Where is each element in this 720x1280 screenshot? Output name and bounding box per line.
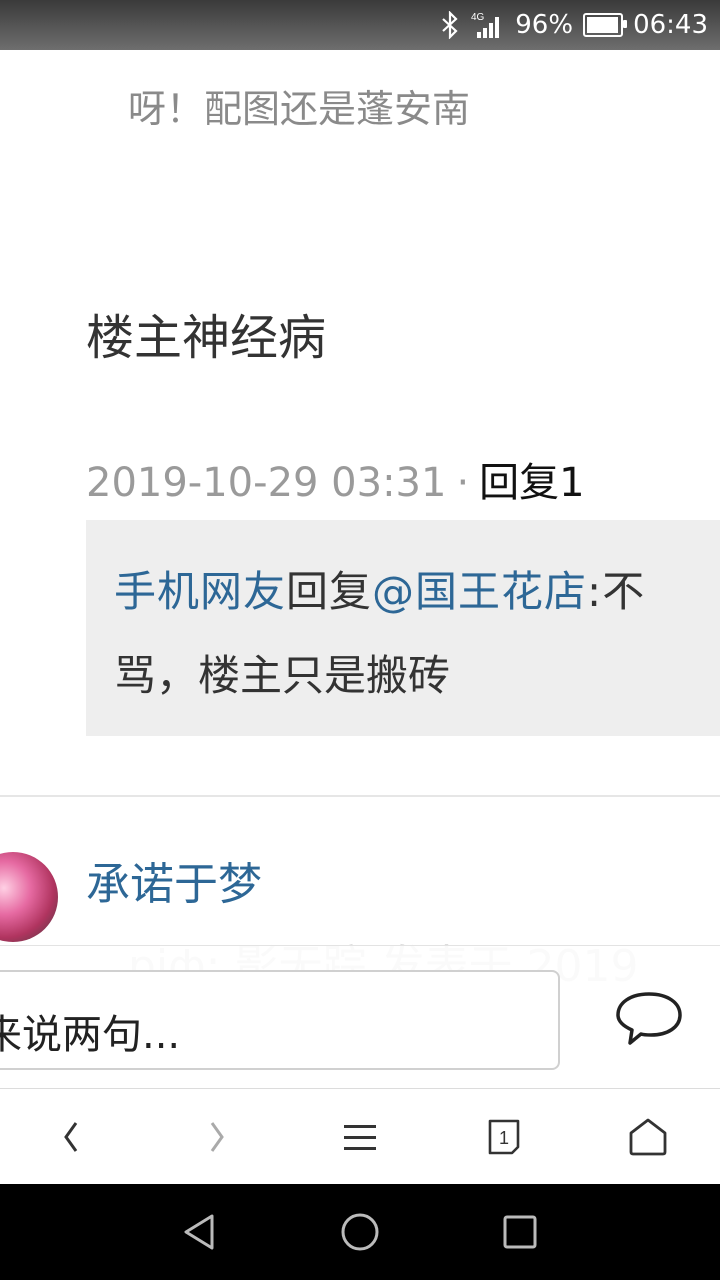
comment-timestamp: 2019-10-29 03:31: [86, 460, 447, 506]
comment-bar: 来说两句...: [0, 945, 720, 1089]
circle-home-icon: [341, 1213, 379, 1251]
reply-author-link[interactable]: 手机网友: [114, 567, 286, 616]
chevron-right-icon: [210, 1122, 224, 1152]
comment-meta: 2019-10-29 03:31 · 回复1: [86, 450, 585, 508]
system-back-button[interactable]: [160, 1184, 240, 1280]
previous-comment-text: 呀！配图还是蓬安南: [128, 87, 471, 131]
menu-button[interactable]: [320, 1089, 400, 1185]
comment-input[interactable]: 来说两句...: [0, 970, 560, 1070]
tab-count: 1: [499, 1128, 509, 1148]
home-button[interactable]: [608, 1089, 688, 1185]
divider: [0, 795, 720, 797]
clock: 06:43: [633, 10, 708, 40]
meta-separator: ·: [456, 460, 470, 506]
tabs-button[interactable]: 1: [464, 1089, 544, 1185]
menu-icon: [344, 1125, 376, 1150]
chat-bubble-icon[interactable]: [614, 988, 684, 1052]
home-icon: [629, 1118, 667, 1156]
reply-target-link[interactable]: @国王花店: [372, 567, 587, 616]
system-nav-bar: [0, 1184, 720, 1280]
reply-text: 骂，楼主只是搬砖: [114, 651, 451, 700]
signal-icon: 4G: [469, 10, 505, 40]
reply-text-start: :不: [587, 567, 646, 616]
reply-button[interactable]: 回复1: [479, 460, 584, 506]
triangle-back-icon: [184, 1214, 214, 1250]
browser-nav-bar: 1: [0, 1088, 720, 1185]
battery-percent: 96%: [515, 10, 574, 40]
network-type: 4G: [471, 12, 485, 23]
system-home-button[interactable]: [320, 1184, 400, 1280]
bluetooth-icon: [441, 11, 459, 39]
avatar[interactable]: [0, 852, 58, 942]
system-recent-button[interactable]: [480, 1184, 560, 1280]
status-bar: 4G 96% 06:43: [0, 0, 720, 50]
chevron-left-icon: [64, 1122, 78, 1152]
reply-quote-box: 手机网友回复@国王花店:不 骂，楼主只是搬砖: [86, 520, 720, 736]
next-post-username[interactable]: 承诺于梦: [86, 848, 262, 912]
back-button[interactable]: [32, 1089, 112, 1185]
reply-first-line: 手机网友回复@国王花店:不: [114, 558, 645, 619]
comment-input-placeholder: 来说两句...: [0, 1012, 181, 1058]
tabs-icon: 1: [488, 1119, 520, 1155]
comment-text: 楼主神经病: [86, 310, 327, 366]
reply-verb: 回复: [286, 567, 373, 616]
square-recent-icon: [503, 1215, 537, 1249]
status-icons: 4G 96% 06:43: [441, 0, 708, 50]
battery-icon: [583, 13, 628, 37]
forward-button[interactable]: [176, 1089, 256, 1185]
